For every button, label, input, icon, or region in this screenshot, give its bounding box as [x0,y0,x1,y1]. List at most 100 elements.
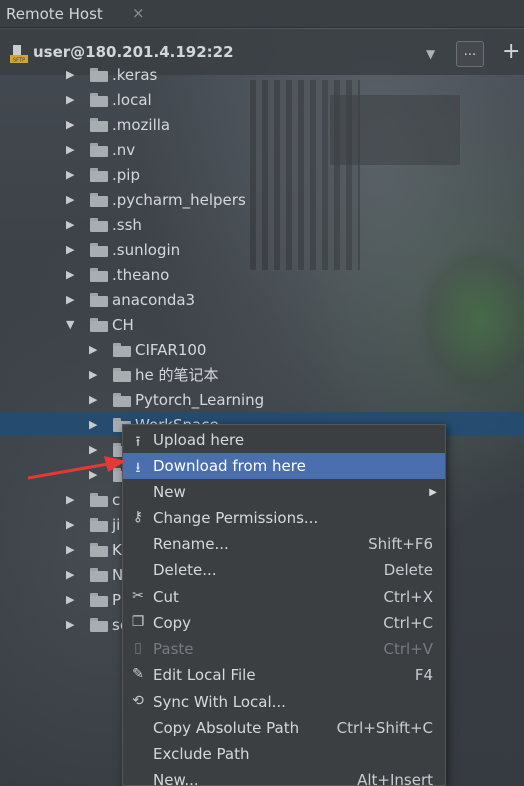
menu-item-label: Cut [153,588,179,606]
host-label[interactable]: user@180.201.4.192:22 [33,43,234,61]
tree-item-label: .ssh [112,215,142,234]
folder-icon [90,292,108,307]
tree-item[interactable]: ▶ Pytorch_Learning [89,387,264,412]
remote-host-tab[interactable]: Remote Host × [0,0,160,28]
expand-arrow-icon[interactable]: ▶ [66,118,78,131]
expand-arrow-icon[interactable]: ▶ [66,243,78,256]
close-icon[interactable]: × [132,4,145,22]
menu-item-exclude-path[interactable]: Exclude Path [123,741,445,767]
expand-arrow-icon[interactable]: ▶ [89,343,101,356]
menu-item-change-permissions[interactable]: ⚷ Change Permissions... [123,505,445,531]
upload-icon: ⭱ [135,434,141,450]
scissors-icon: ✂ [132,588,144,604]
menu-item-shortcut: Shift+F6 [368,535,433,553]
more-options-button[interactable]: ... [456,41,484,67]
expand-arrow-icon[interactable]: ▶ [66,593,78,606]
folder-icon [90,267,108,282]
tree-item-label: K [112,540,122,559]
menu-item-label: Edit Local File [153,666,256,684]
annotation-arrow [28,456,126,480]
menu-item-delete[interactable]: Delete... Delete [123,557,445,583]
expand-arrow-icon[interactable]: ▶ [89,418,101,431]
tree-item[interactable]: ▶ ji [66,512,120,537]
tree-item[interactable]: ▶ K [66,537,122,562]
copy-icon: ❐ [131,614,145,630]
tree-item[interactable]: ▶ .pip [66,162,140,187]
expand-arrow-icon[interactable]: ▶ [66,193,78,206]
menu-item-shortcut: F4 [414,666,433,684]
menu-item-new[interactable]: New ▶ [123,479,445,505]
folder-icon [90,217,108,232]
expand-arrow-icon[interactable]: ▶ [66,68,78,81]
tree-item-label: anaconda3 [112,290,196,309]
menu-item-shortcut: Ctrl+X [383,588,433,606]
expand-arrow-icon[interactable]: ▶ [66,168,78,181]
menu-item-cut[interactable]: ✂ Cut Ctrl+X [123,584,445,610]
expand-arrow-icon[interactable]: ▶ [66,93,78,106]
tree-item[interactable]: ▶ c [66,487,120,512]
tree-item[interactable]: ▶ .keras [66,62,157,87]
menu-item-label: Delete... [153,561,217,579]
expand-arrow-icon[interactable]: ▶ [66,618,78,631]
context-menu: ⭱ Upload here ⭳ Download from here New ▶… [122,424,446,786]
menu-item-label: Copy Absolute Path [153,719,300,737]
tree-item[interactable]: ▶ .ssh [66,212,142,237]
menu-item-label: Sync With Local... [153,693,286,711]
menu-item-label: New [153,483,186,501]
tree-item[interactable]: ▶ CIFAR100 [89,337,206,362]
chevron-down-icon[interactable]: ▼ [426,47,435,61]
expand-arrow-icon[interactable]: ▶ [89,368,101,381]
menu-item-paste[interactable]: ▯ Paste Ctrl+V [123,636,445,662]
tree-item[interactable]: ▶ N [66,562,123,587]
tree-item-label: .mozilla [112,115,171,134]
expand-arrow-icon[interactable]: ▶ [66,218,78,231]
folder-icon [90,142,108,157]
tree-item[interactable]: ▶ P [66,587,121,612]
tree-item[interactable]: ▶ .theano [66,262,169,287]
tree-item[interactable]: ▶ anaconda3 [66,287,195,312]
tree-item[interactable]: ▶ .nv [66,137,135,162]
tree-item[interactable]: ▶ he 的笔记本 [89,362,219,387]
key-icon: ⚷ [132,509,144,525]
add-icon[interactable]: + [502,39,520,64]
expand-arrow-icon[interactable]: ▶ [66,568,78,581]
menu-item-label: Download from here [153,457,306,475]
expand-arrow-icon[interactable]: ▶ [66,143,78,156]
tree-item-label: .sunlogin [112,240,181,259]
expand-arrow-icon[interactable]: ▶ [89,393,101,406]
menu-item-copy-absolute-path[interactable]: Copy Absolute Path Ctrl+Shift+C [123,715,445,741]
tab-title: Remote Host [6,5,103,23]
menu-item-shortcut: Delete [383,561,433,579]
tree-item[interactable]: ▶ .sunlogin [66,237,180,262]
tree-item-label: Pytorch_Learning [135,390,265,409]
expand-arrow-icon[interactable]: ▶ [66,518,78,531]
folder-icon [90,117,108,132]
tree-item[interactable]: ▼ CH [66,312,134,337]
expand-arrow-icon[interactable]: ▶ [66,268,78,281]
tree-item[interactable]: ▶ .local [66,87,152,112]
folder-icon [90,167,108,182]
tree-item-label: CH [112,315,134,334]
expand-arrow-icon[interactable]: ▶ [66,293,78,306]
collapse-arrow-icon[interactable]: ▼ [66,318,78,331]
expand-arrow-icon[interactable]: ▶ [66,543,78,556]
menu-item-edit-local-file[interactable]: ✎ Edit Local File F4 [123,662,445,688]
menu-item-label: Paste [153,640,194,658]
menu-item-sync-with-local[interactable]: ⟲ Sync With Local... [123,689,445,715]
folder-icon [90,317,108,332]
tree-item-label: .theano [112,265,170,284]
menu-item-new-ellipsis[interactable]: New... Alt+Insert [123,767,445,786]
tree-item-label: ji [112,515,121,534]
tree-item[interactable]: ▶ .mozilla [66,112,170,137]
background-shelf [330,95,460,165]
tree-item[interactable]: ▶ sc [66,612,128,637]
menu-item-download-from-here[interactable]: ⭳ Download from here [123,453,445,479]
tree-item[interactable]: ▶ .pycharm_helpers [66,187,246,212]
menu-item-rename[interactable]: Rename... Shift+F6 [123,531,445,557]
menu-item-label: Exclude Path [153,745,250,763]
expand-arrow-icon[interactable]: ▶ [66,493,78,506]
menu-item-upload-here[interactable]: ⭱ Upload here [123,427,445,453]
menu-item-copy[interactable]: ❐ Copy Ctrl+C [123,610,445,636]
menu-item-shortcut: Ctrl+Shift+C [336,719,433,737]
folder-icon [90,242,108,257]
